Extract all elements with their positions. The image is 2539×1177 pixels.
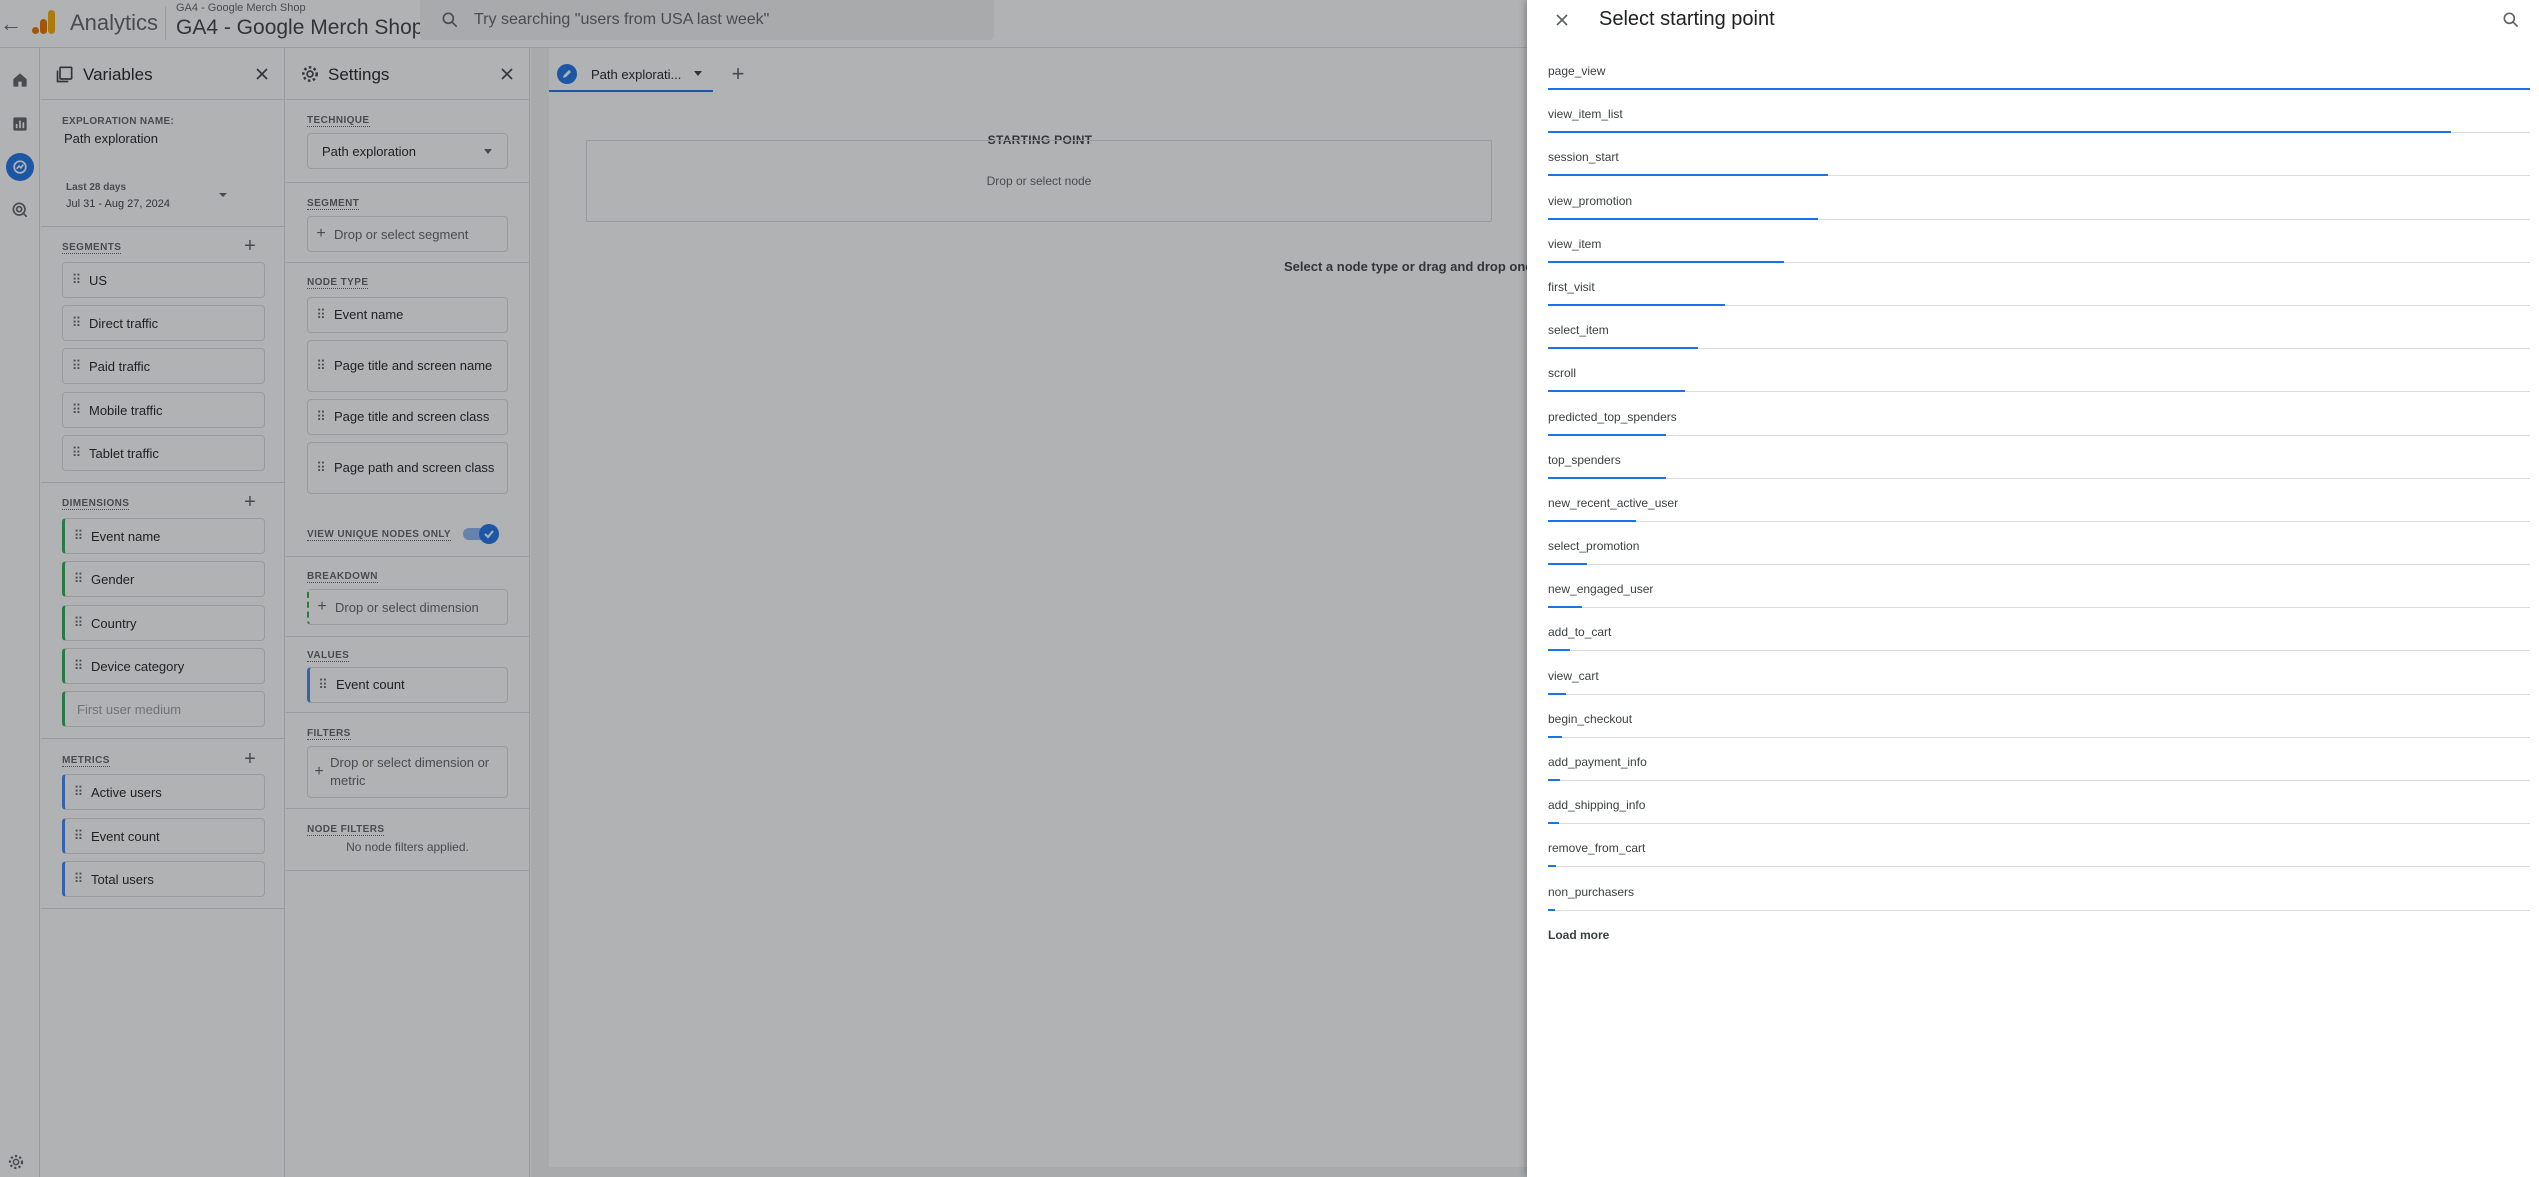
- event-row[interactable]: add_to_cart: [1548, 613, 2530, 656]
- event-name: begin_checkout: [1548, 711, 1633, 726]
- event-share-bar: [1548, 908, 1555, 911]
- event-row[interactable]: page_view: [1548, 52, 2530, 95]
- event-name: view_promotion: [1548, 193, 1633, 208]
- event-bar-track: [1548, 736, 2530, 738]
- event-share-bar: [1548, 476, 1666, 479]
- event-row[interactable]: view_cart: [1548, 657, 2530, 700]
- modal-scrim[interactable]: [0, 0, 1527, 1177]
- event-name: remove_from_cart: [1548, 841, 1646, 856]
- event-bar-track: [1548, 909, 2530, 911]
- event-row[interactable]: view_promotion: [1548, 182, 2530, 225]
- event-bar-track: [1548, 607, 2530, 609]
- event-share-bar: [1548, 131, 2451, 134]
- event-bar-track: [1548, 866, 2530, 868]
- event-share-bar: [1548, 649, 1570, 652]
- event-name: first_visit: [1548, 279, 1595, 294]
- event-row[interactable]: begin_checkout: [1548, 700, 2530, 743]
- event-row[interactable]: top_spenders: [1548, 441, 2530, 484]
- event-share-bar: [1548, 217, 1818, 220]
- event-share-bar: [1548, 347, 1698, 350]
- event-row[interactable]: add_shipping_info: [1548, 786, 2530, 829]
- search-icon[interactable]: [2501, 10, 2521, 30]
- event-share-bar: [1548, 303, 1725, 306]
- event-name: top_spenders: [1548, 452, 1621, 467]
- event-row[interactable]: scroll: [1548, 354, 2530, 397]
- event-name: page_view: [1548, 64, 1606, 78]
- event-row[interactable]: select_promotion: [1548, 527, 2530, 570]
- event-row[interactable]: new_engaged_user: [1548, 570, 2530, 613]
- event-name: view_item: [1548, 236, 1602, 251]
- drawer-title: Select starting point: [1599, 8, 1775, 30]
- event-row[interactable]: remove_from_cart: [1548, 829, 2530, 872]
- event-row[interactable]: add_payment_info: [1548, 743, 2530, 786]
- event-share-bar: [1548, 260, 1784, 263]
- event-name: add_payment_info: [1548, 755, 1647, 769]
- event-share-bar: [1548, 822, 1559, 825]
- event-name: select_promotion: [1548, 539, 1640, 554]
- event-share-bar: [1548, 563, 1587, 566]
- event-list: page_view view_item_list session_startview…: [1548, 52, 2530, 916]
- event-name: select_item: [1548, 323, 1609, 338]
- event-share-bar: [1548, 174, 1828, 177]
- event-share-bar: [1548, 779, 1560, 781]
- event-name: view_item_list: [1548, 107, 1623, 122]
- event-name: view_cart: [1548, 668, 1599, 683]
- event-share-bar: [1548, 865, 1556, 868]
- event-share-bar: [1548, 735, 1562, 738]
- event-name: predicted_top_spenders: [1548, 409, 1677, 424]
- event-name: non_purchasers: [1548, 884, 1635, 899]
- event-bar-track: [1548, 693, 2530, 695]
- event-share-bar: [1548, 390, 1685, 393]
- event-row[interactable]: new_recent_active_user: [1548, 484, 2530, 527]
- drawer-header: Select starting point: [1527, 0, 2539, 40]
- event-share-bar: [1548, 692, 1566, 695]
- event-bar-track: [1548, 564, 2530, 566]
- event-row[interactable]: predicted_top_spenders: [1548, 398, 2530, 441]
- event-name: new_recent_active_user: [1548, 495, 1679, 510]
- event-row[interactable]: select_item: [1548, 311, 2530, 354]
- event-bar-track: [1548, 823, 2530, 825]
- event-row[interactable]: session_start: [1548, 138, 2530, 181]
- event-name: add_to_cart: [1548, 625, 1612, 640]
- event-name: session_start: [1548, 150, 1619, 165]
- event-name: scroll: [1548, 366, 1577, 381]
- event-row[interactable]: view_item_list: [1548, 95, 2530, 138]
- event-bar-track: [1548, 434, 2530, 436]
- event-bar-track: [1548, 650, 2530, 652]
- event-share-bar: [1548, 519, 1636, 522]
- select-starting-point-drawer: Select starting point page_view view_item…: [1527, 0, 2539, 1177]
- event-bar-track: [1548, 780, 2530, 781]
- event-row[interactable]: first_visit: [1548, 268, 2530, 311]
- event-row[interactable]: non_purchasers: [1548, 873, 2530, 916]
- event-share-bar: [1548, 433, 1666, 436]
- event-name: add_shipping_info: [1548, 798, 1646, 813]
- load-more-button[interactable]: Load more: [1548, 928, 1609, 942]
- event-bar-track: [1548, 477, 2530, 479]
- event-share-bar: [1548, 606, 1582, 609]
- event-name: new_engaged_user: [1548, 582, 1654, 597]
- event-row[interactable]: view_item: [1548, 225, 2530, 268]
- event-share-bar: [1548, 88, 2530, 90]
- event-bar-track: [1548, 391, 2530, 393]
- event-bar-track: [1548, 520, 2530, 522]
- close-icon[interactable]: [1552, 10, 1572, 30]
